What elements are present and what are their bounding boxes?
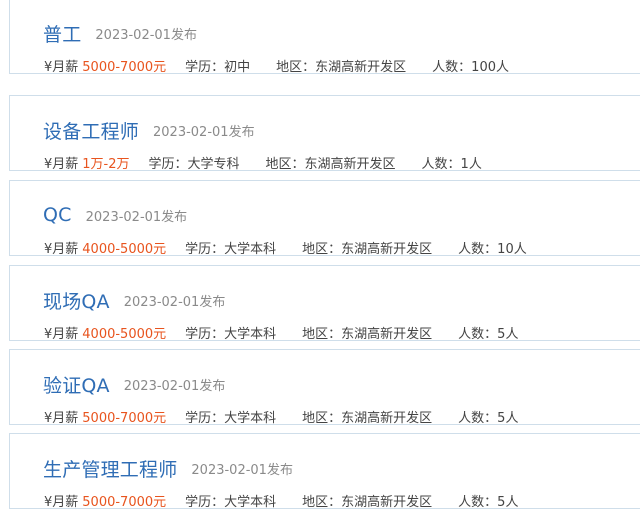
- education-requirement: 学历：大学本科: [185, 495, 277, 510]
- job-title-row: 现场QA 2023-02-01发布: [43, 287, 225, 313]
- headcount: 人数：100人: [432, 60, 509, 75]
- publish-date: 2023-02-01发布: [123, 294, 226, 310]
- salary-value: 4000-5000元: [82, 242, 167, 257]
- salary-value: 5000-7000元: [82, 495, 167, 510]
- education-requirement: 学历：大学本科: [185, 411, 277, 426]
- salary-label: ¥月薪: [44, 495, 79, 510]
- work-area: 地区：东湖高新开发区: [265, 157, 396, 172]
- job-card[interactable]: 生产管理工程师 2023-02-01发布 ¥月薪 5000-7000元 学历：大…: [9, 433, 640, 510]
- salary-label: ¥月薪: [44, 60, 79, 75]
- job-title-row: QC 2023-02-01发布: [43, 202, 187, 228]
- headcount: 人数：5人: [458, 327, 519, 342]
- headcount: 人数：5人: [458, 411, 519, 426]
- job-title-link[interactable]: QC: [43, 204, 72, 226]
- publish-date: 2023-02-01发布: [191, 462, 293, 478]
- publish-date: 2023-02-01发布: [123, 378, 226, 394]
- job-title-link[interactable]: 设备工程师: [43, 117, 139, 144]
- publish-date: 2023-02-01发布: [153, 124, 255, 140]
- salary-label: ¥月薪: [44, 411, 79, 426]
- education-requirement: 学历：大学本科: [185, 327, 277, 342]
- publish-date: 2023-02-01发布: [85, 209, 188, 225]
- job-card[interactable]: 普工 2023-02-01发布 ¥月薪 5000-7000元 学历：初中 地区：…: [9, 0, 640, 75]
- salary-label: ¥月薪: [44, 327, 79, 342]
- job-card[interactable]: 设备工程师 2023-02-01发布 ¥月薪 1万-2万 学历：大学专科 地区：…: [9, 95, 640, 172]
- job-title-row: 普工 2023-02-01发布: [43, 20, 197, 46]
- job-title-link[interactable]: 生产管理工程师: [43, 455, 177, 482]
- work-area: 地区：东湖高新开发区: [302, 242, 433, 257]
- work-area: 地区：东湖高新开发区: [302, 327, 433, 342]
- salary-label: ¥月薪: [44, 157, 79, 172]
- job-meta-row: ¥月薪 1万-2万 学历：大学专科 地区：东湖高新开发区 人数：1人: [44, 153, 482, 172]
- job-title-row: 设备工程师 2023-02-01发布: [43, 117, 255, 143]
- job-meta-row: ¥月薪 5000-7000元 学历：初中 地区：东湖高新开发区 人数：100人: [44, 56, 509, 75]
- job-title-row: 验证QA 2023-02-01发布: [43, 371, 225, 397]
- job-meta-row: ¥月薪 5000-7000元 学历：大学本科 地区：东湖高新开发区 人数：5人: [44, 407, 518, 426]
- job-meta-row: ¥月薪 5000-7000元 学历：大学本科 地区：东湖高新开发区 人数：5人: [44, 491, 518, 510]
- education-requirement: 学历：大学专科: [148, 157, 240, 172]
- salary-label: ¥月薪: [44, 242, 79, 257]
- salary-value: 5000-7000元: [82, 411, 167, 426]
- headcount: 人数：10人: [458, 242, 527, 257]
- job-card[interactable]: 验证QA 2023-02-01发布 ¥月薪 5000-7000元 学历：大学本科…: [9, 349, 640, 426]
- work-area: 地区：东湖高新开发区: [276, 60, 407, 75]
- education-requirement: 学历：初中: [185, 60, 251, 75]
- work-area: 地区：东湖高新开发区: [302, 495, 433, 510]
- job-card[interactable]: 现场QA 2023-02-01发布 ¥月薪 4000-5000元 学历：大学本科…: [9, 265, 640, 342]
- salary-value: 4000-5000元: [82, 327, 167, 342]
- job-meta-row: ¥月薪 4000-5000元 学历：大学本科 地区：东湖高新开发区 人数：10人: [44, 238, 527, 257]
- job-title-link[interactable]: 普工: [43, 20, 81, 47]
- salary-value: 1万-2万: [82, 157, 130, 172]
- headcount: 人数：5人: [458, 495, 519, 510]
- job-meta-row: ¥月薪 4000-5000元 学历：大学本科 地区：东湖高新开发区 人数：5人: [44, 323, 518, 342]
- publish-date: 2023-02-01发布: [95, 27, 197, 43]
- job-title-row: 生产管理工程师 2023-02-01发布: [43, 455, 293, 481]
- salary-value: 5000-7000元: [82, 60, 167, 75]
- job-title-link[interactable]: 验证QA: [43, 371, 110, 398]
- work-area: 地区：东湖高新开发区: [302, 411, 433, 426]
- headcount: 人数：1人: [421, 157, 482, 172]
- job-title-link[interactable]: 现场QA: [43, 287, 110, 314]
- job-list: 普工 2023-02-01发布 ¥月薪 5000-7000元 学历：初中 地区：…: [0, 0, 640, 518]
- education-requirement: 学历：大学本科: [185, 242, 277, 257]
- job-card[interactable]: QC 2023-02-01发布 ¥月薪 4000-5000元 学历：大学本科 地…: [9, 180, 640, 257]
